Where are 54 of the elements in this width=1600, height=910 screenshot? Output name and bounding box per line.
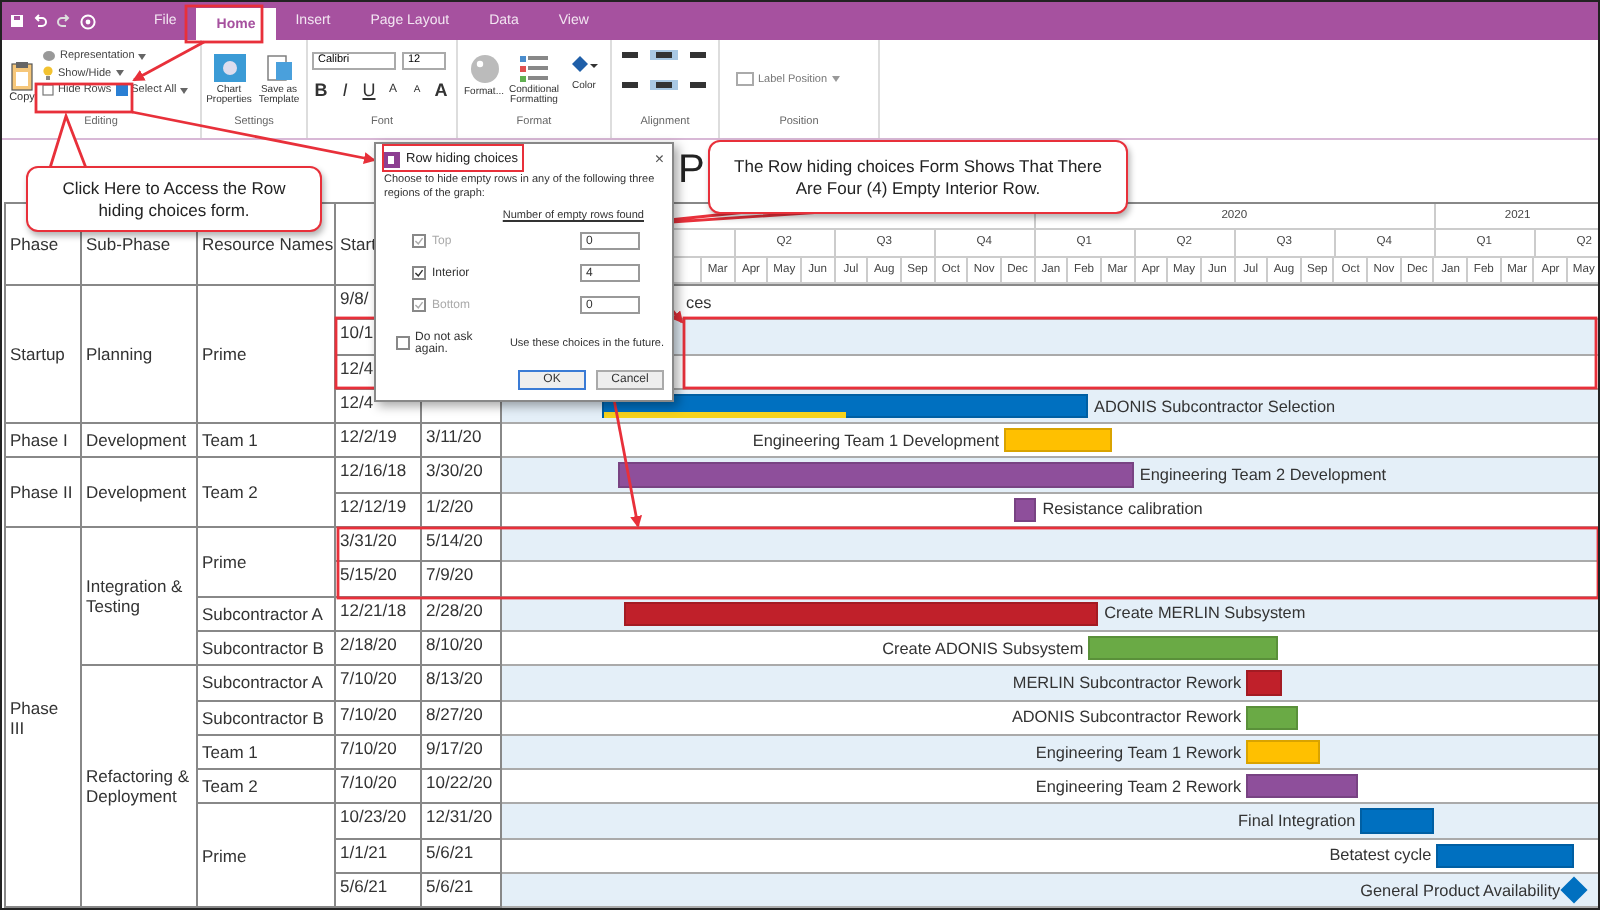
task-label: General Product Availability bbox=[1360, 879, 1561, 904]
task-label: Create MERLIN Subsystem bbox=[1104, 602, 1306, 627]
table-cell: Subcontractor A bbox=[198, 597, 336, 632]
table-cell: Planning bbox=[82, 286, 198, 425]
table-cell: Phase I bbox=[6, 424, 82, 459]
table-cell: Subcontractor B bbox=[198, 701, 336, 736]
table-cell: 5/6/21 bbox=[336, 874, 422, 908]
table-cell: 1/1/21 bbox=[336, 839, 422, 875]
table-cell: 12/21/18 bbox=[336, 597, 422, 632]
table-cell: 7/10/20 bbox=[336, 701, 422, 736]
task-label: Create ADONIS Subsystem bbox=[882, 637, 1084, 662]
table-cell: Subcontractor B bbox=[198, 631, 336, 667]
table-cell: 12/16/18 bbox=[336, 458, 422, 494]
table-cell: 12/2/19 bbox=[336, 424, 422, 459]
table-cell: Prime bbox=[198, 286, 336, 425]
table-cell: 7/10/20 bbox=[336, 735, 422, 771]
table-cell: Development bbox=[82, 458, 198, 529]
task-label: ADONIS Subcontractor Selection bbox=[1094, 395, 1336, 420]
table-cell: Development bbox=[82, 424, 198, 459]
task-label: Engineering Team 1 Development bbox=[752, 429, 1000, 454]
table-cell: Team 2 bbox=[198, 458, 336, 529]
table-cell: 5/15/20 bbox=[336, 562, 422, 598]
italic-button[interactable]: I bbox=[336, 80, 354, 100]
table-cell: Team 1 bbox=[198, 424, 336, 459]
task-label: Engineering Team 2 Rework bbox=[1035, 775, 1242, 800]
task-label: ADONIS Subcontractor Rework bbox=[1011, 706, 1242, 731]
color-button[interactable]: A bbox=[432, 80, 450, 100]
table-cell: 7/10/20 bbox=[336, 666, 422, 702]
table-cell: Team 1 bbox=[198, 735, 336, 771]
chart-title: P bbox=[678, 148, 705, 192]
task-label: Betatest cycle bbox=[1329, 844, 1432, 869]
table-cell: Team 2 bbox=[198, 770, 336, 805]
table-cell: Refactoring & Deployment bbox=[82, 666, 198, 908]
task-label: Engineering Team 2 Development bbox=[1139, 464, 1387, 489]
close-button[interactable]: × bbox=[654, 150, 664, 168]
table-cell: 10/23/20 bbox=[336, 804, 422, 840]
bold-button[interactable]: B bbox=[312, 80, 330, 100]
table-cell: Phase II bbox=[6, 458, 82, 529]
table-cell: Integration & Testing bbox=[82, 528, 198, 667]
table-cell: 2/18/20 bbox=[336, 631, 422, 667]
table-cell: Subcontractor A bbox=[198, 666, 336, 702]
table-cell: Prime bbox=[198, 804, 336, 908]
task-label: Final Integration bbox=[1238, 810, 1356, 835]
task-label: Engineering Team 1 Rework bbox=[1035, 741, 1242, 766]
task-label: ces bbox=[686, 291, 712, 316]
table-cell: 7/10/20 bbox=[336, 770, 422, 805]
table-cell: Startup bbox=[6, 286, 82, 425]
table-cell: Phase III bbox=[6, 528, 82, 908]
task-label: MERLIN Subcontractor Rework bbox=[1012, 671, 1242, 696]
underline-button[interactable]: U bbox=[360, 80, 378, 100]
table-cell: 3/31/20 bbox=[336, 528, 422, 563]
task-label: Resistance calibration bbox=[1042, 498, 1203, 523]
table-cell: 12/12/19 bbox=[336, 493, 422, 529]
table-cell: Prime bbox=[198, 528, 336, 598]
